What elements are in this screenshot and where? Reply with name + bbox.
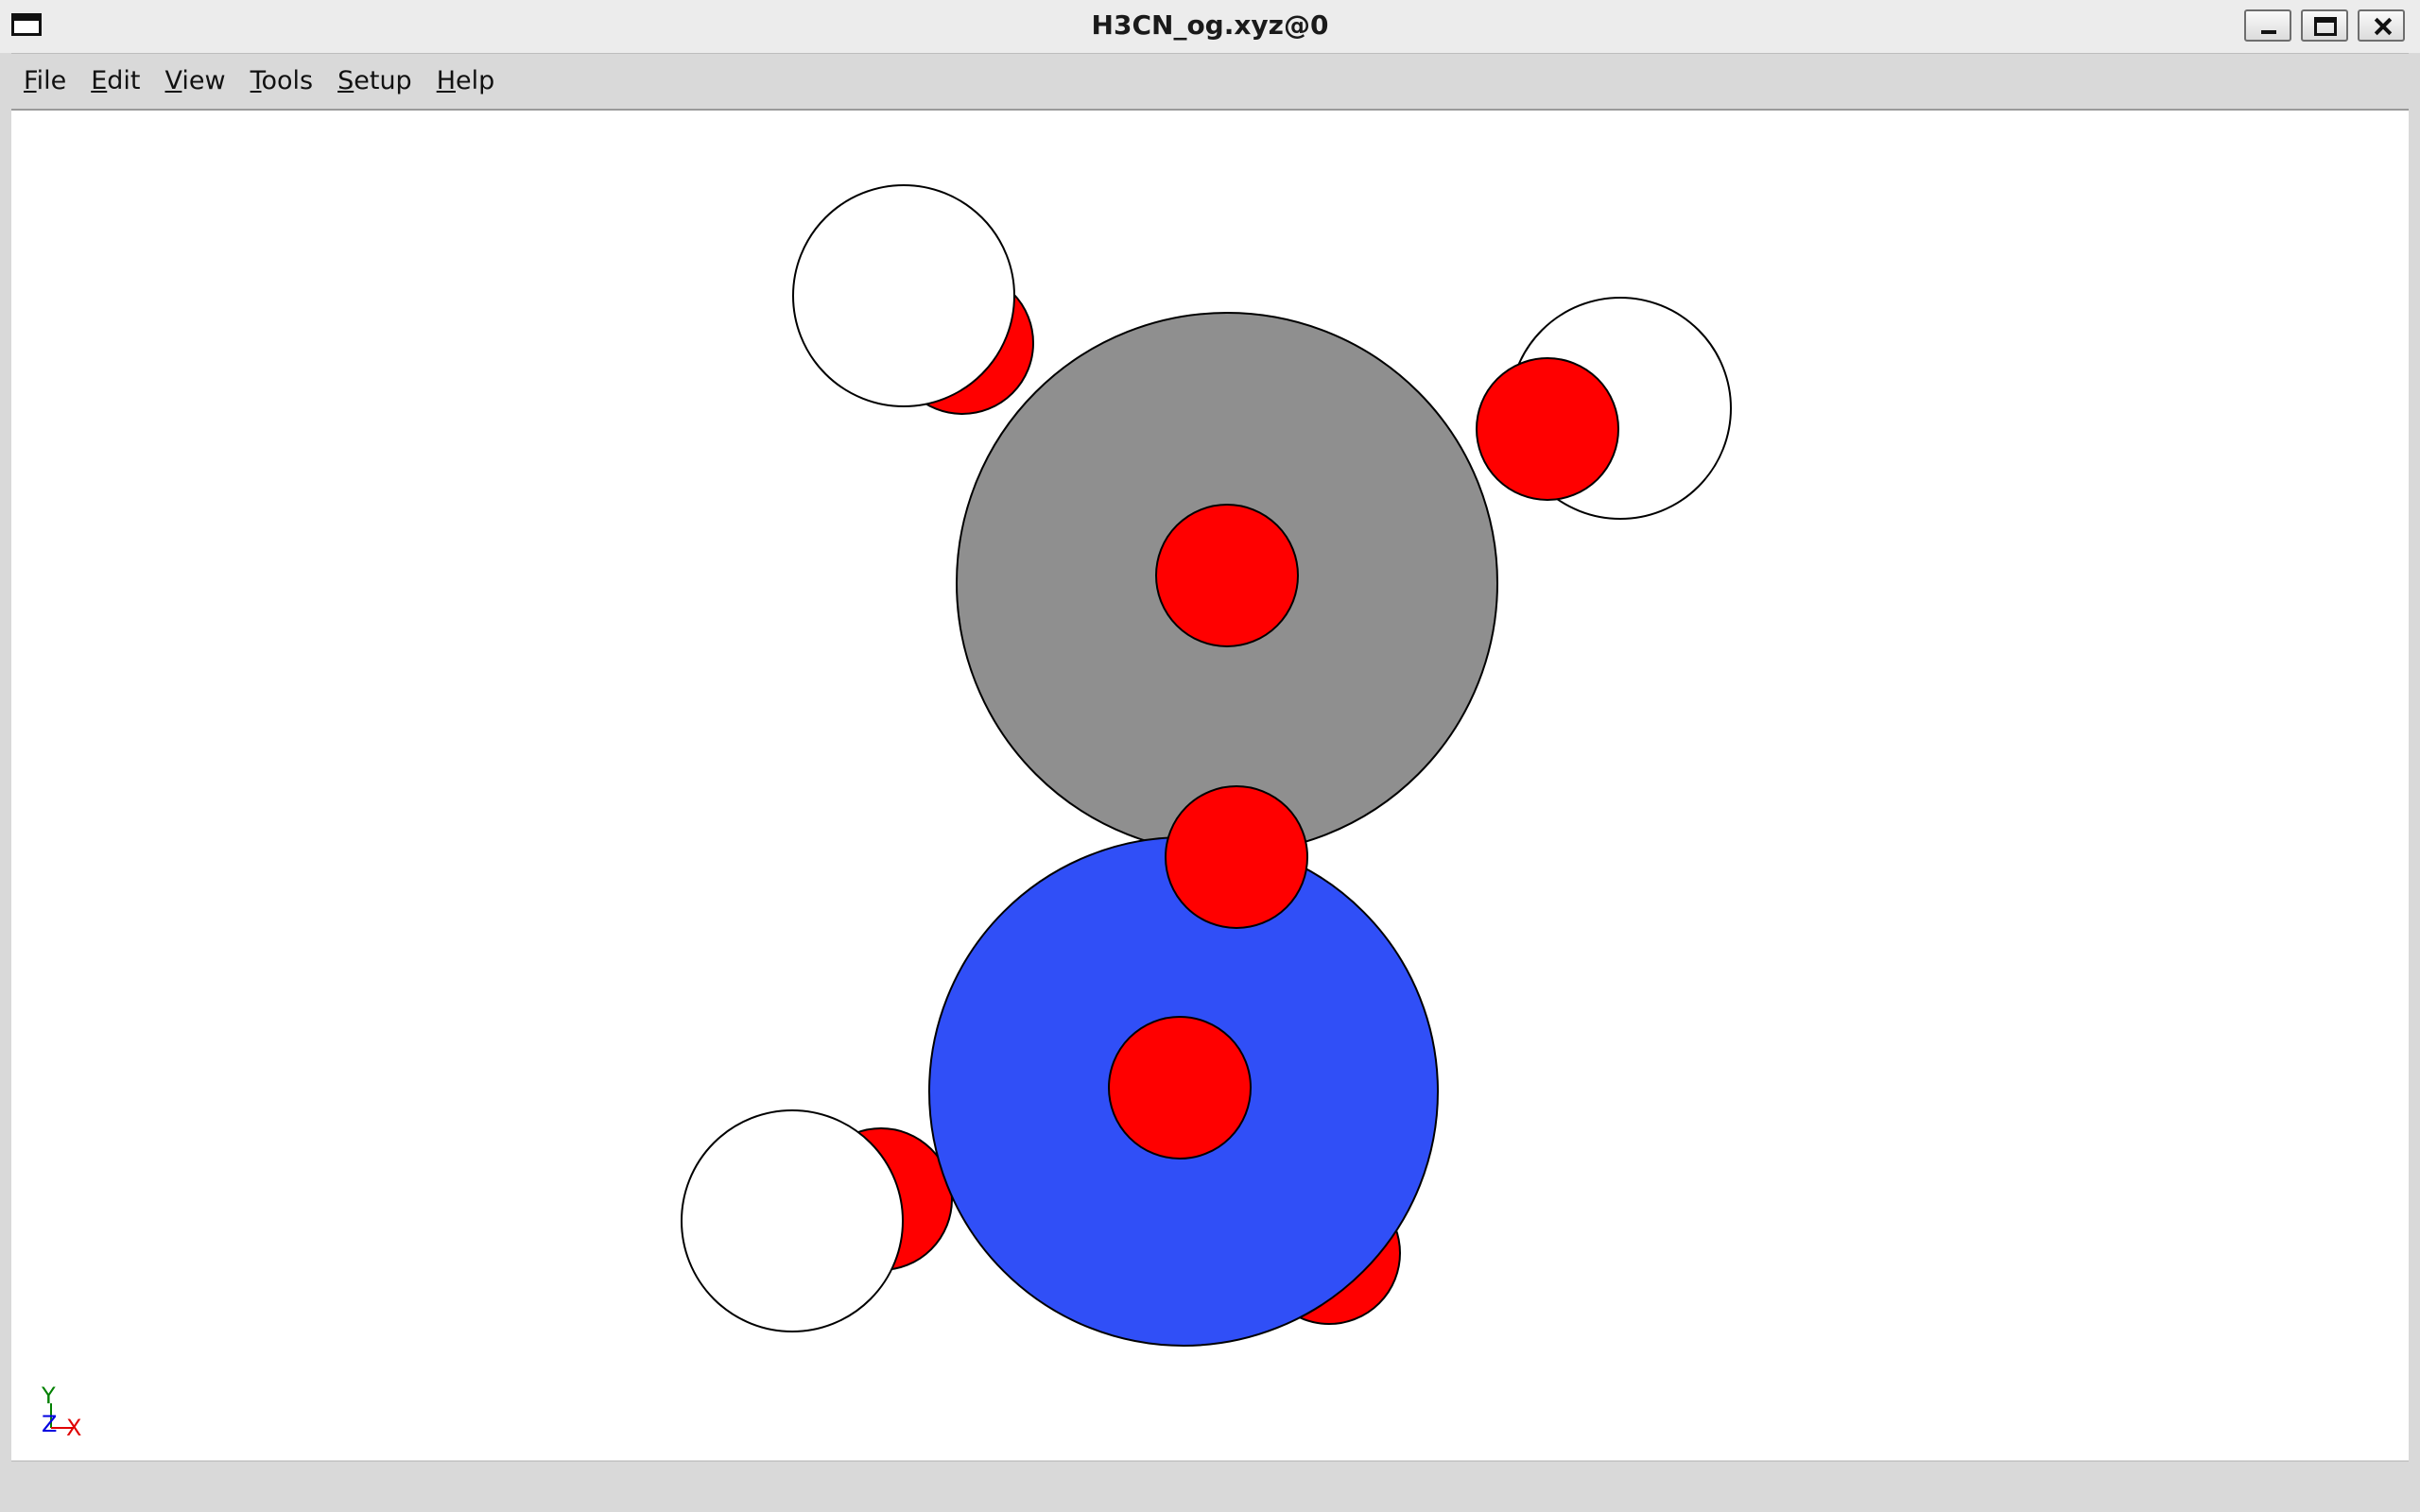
axis-triad: Y Z X (41, 1383, 81, 1441)
menu-edit-mnemonic: E (91, 66, 108, 95)
status-bar (11, 1461, 2409, 1503)
menu-help[interactable]: Help (424, 54, 508, 109)
menu-help-label: elp (456, 66, 495, 95)
title-bar[interactable]: H3CN_og.xyz@0 (0, 0, 2420, 54)
menu-setup-label: etup (354, 66, 412, 95)
menu-file-mnemonic: F (24, 66, 37, 95)
minimize-button[interactable] (2244, 9, 2291, 42)
molecule-viewport[interactable]: Y Z X (11, 111, 2409, 1460)
menu-edit-label: dit (107, 66, 141, 95)
atom-hydrogen-3[interactable] (681, 1109, 904, 1332)
atom-hydrogen-1[interactable] (792, 184, 1015, 407)
menu-setup[interactable]: Setup (325, 54, 424, 109)
menu-edit[interactable]: Edit (78, 54, 152, 109)
menu-tools[interactable]: Tools (238, 54, 326, 109)
window-frame-left (0, 53, 11, 1512)
molecule-render[interactable]: Y Z X (11, 111, 2409, 1460)
window-frame-right (2409, 53, 2420, 1512)
application-window: H3CN_og.xyz@0 File Edit View Tools Setup… (0, 0, 2420, 1512)
menu-view-mnemonic: V (164, 66, 182, 95)
maximize-button[interactable] (2301, 9, 2348, 42)
menu-tools-mnemonic: T (250, 66, 262, 95)
close-button[interactable] (2358, 9, 2405, 42)
menu-help-mnemonic: H (436, 66, 457, 95)
menu-view-label: iew (182, 66, 226, 95)
axis-z-label: Z (42, 1411, 57, 1437)
window-title: H3CN_og.xyz@0 (1091, 9, 1329, 41)
atom-marker-nitrogen[interactable] (1108, 1016, 1252, 1160)
menu-view[interactable]: View (153, 54, 238, 109)
menu-setup-mnemonic: S (337, 66, 354, 95)
axis-y-label: Y (41, 1383, 56, 1409)
menu-bar: File Edit View Tools Setup Help (11, 54, 2409, 111)
atom-marker-h2[interactable] (1476, 357, 1619, 501)
axis-x-label: X (66, 1415, 81, 1441)
menu-file-label: ile (36, 66, 67, 95)
atom-marker-carbon[interactable] (1155, 504, 1299, 647)
menu-tools-label: ools (261, 66, 314, 95)
menu-file[interactable]: File (11, 54, 78, 109)
atom-marker-bond[interactable] (1165, 785, 1308, 929)
